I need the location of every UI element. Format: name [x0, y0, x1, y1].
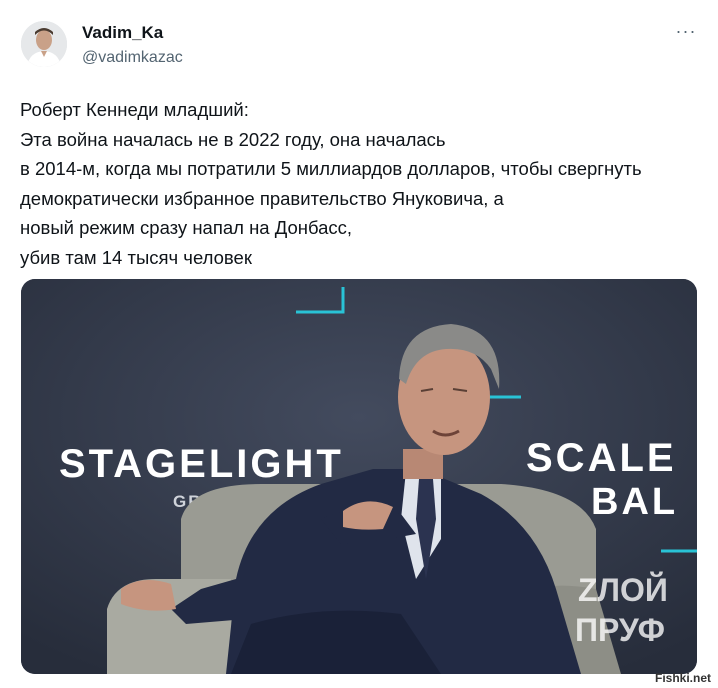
author-display-name[interactable]: Vadim_Ka	[82, 23, 163, 43]
stage-text-right-sub: BAL	[591, 481, 678, 523]
site-watermark: Fishki.net	[655, 671, 712, 685]
tweet-text-line: в 2014-м, когда мы потратили 5 миллиардо…	[20, 158, 642, 179]
overlay-logo-line1: ZЛОЙ	[578, 572, 668, 608]
tweet-text-line: демократически избранное правительство Я…	[20, 187, 504, 209]
more-options-button[interactable]: ···	[672, 20, 700, 42]
video-frame: STAGELIGHT GROU SCALE BAL	[21, 279, 697, 674]
ellipsis-icon: ···	[675, 21, 697, 41]
author-avatar[interactable]	[21, 21, 67, 67]
tweet-text-line: Эта война началась не в 2022 году, она н…	[20, 128, 446, 150]
tweet-text: Роберт Кеннеди младший: Эта война начала…	[20, 95, 710, 272]
avatar-photo	[21, 21, 67, 67]
tweet-media-video[interactable]: STAGELIGHT GROU SCALE BAL	[21, 279, 697, 674]
stage-text-right: SCALE	[526, 436, 677, 480]
tweet-text-line: новый режим сразу напал на Донбасс,	[20, 217, 353, 238]
tweet-text-line: Роберт Кеннеди младший:	[20, 99, 249, 120]
tweet-text-line: убив там 14 тысяч человек	[20, 246, 252, 268]
stage-text-left: STAGELIGHT	[59, 442, 344, 486]
tweet-card: Vadim_Ka @vadimkazac ··· Роберт Кеннеди …	[0, 0, 718, 688]
overlay-logo-line2: ПРУФ	[575, 612, 665, 648]
author-handle[interactable]: @vadimkazac	[82, 49, 183, 67]
